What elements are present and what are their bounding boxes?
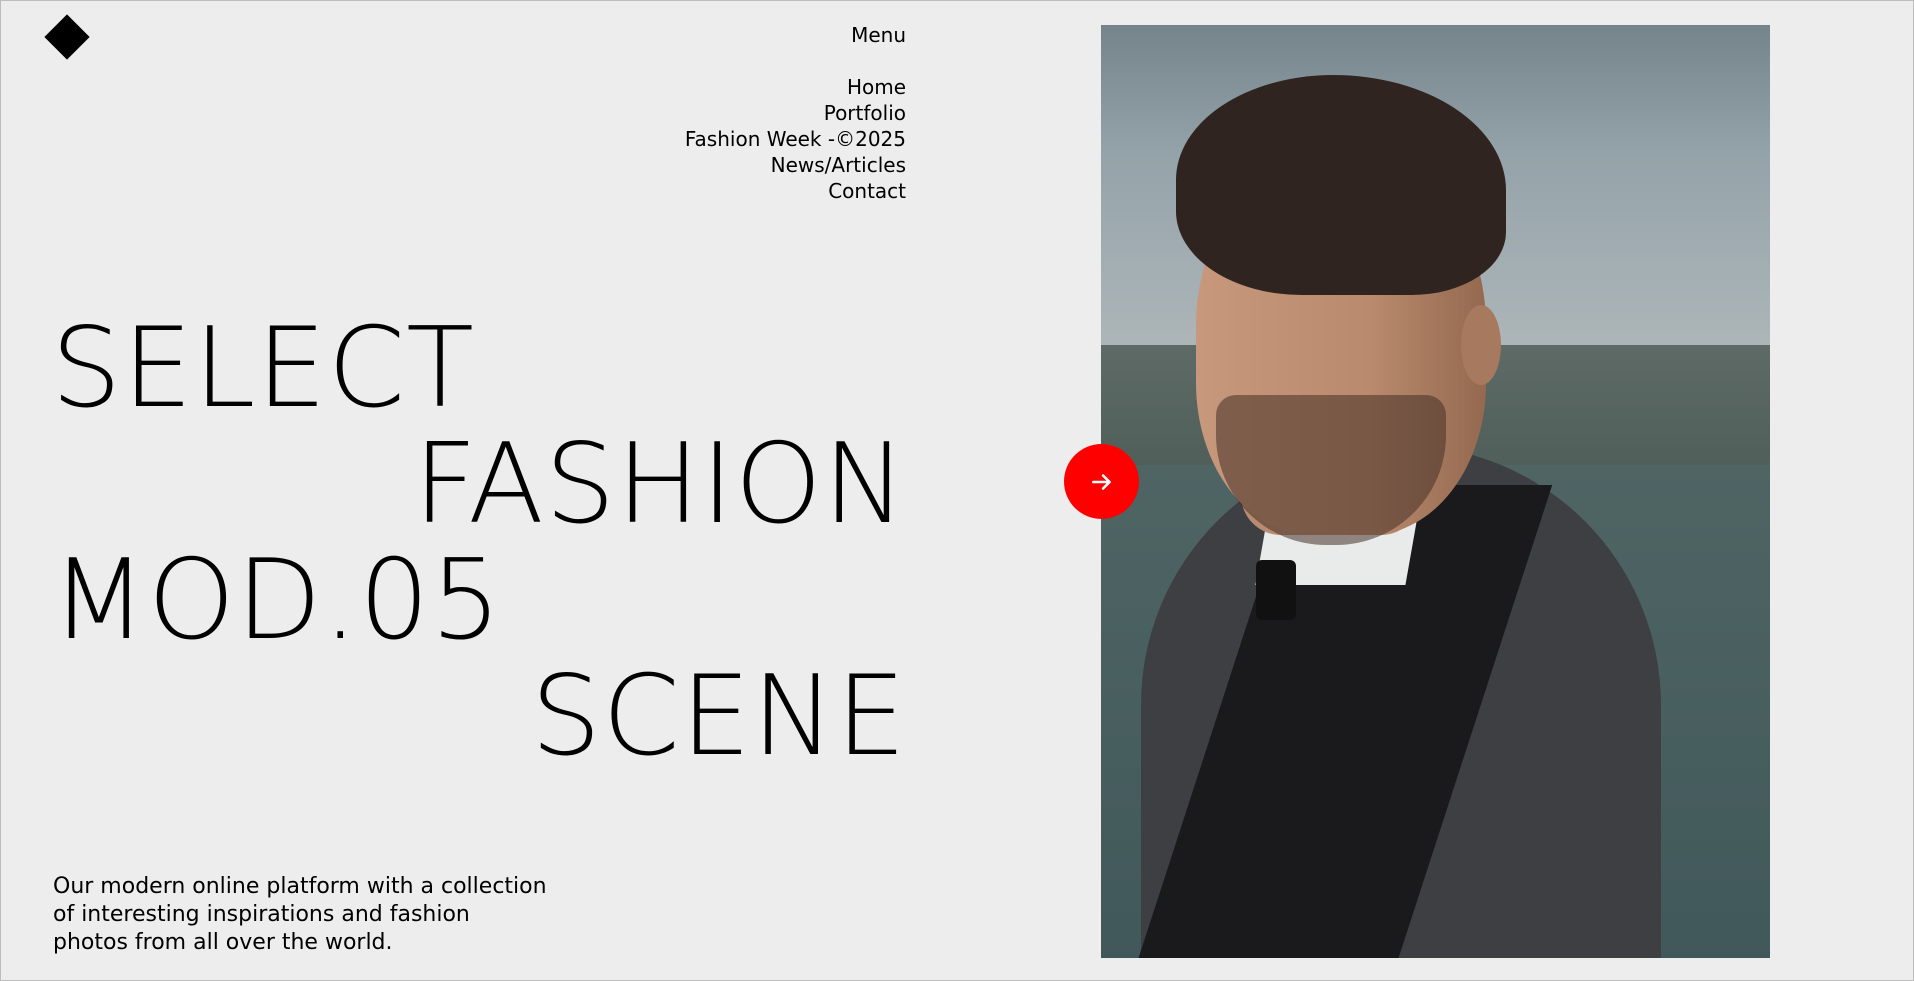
tagline: Our modern online platform with a collec… bbox=[53, 873, 613, 957]
headline-line-scene: SCENE bbox=[530, 652, 907, 781]
nav-item-home[interactable]: Home bbox=[685, 74, 906, 100]
photo-ear bbox=[1461, 305, 1501, 385]
menu-toggle[interactable]: Menu bbox=[851, 23, 906, 47]
photo-bow-tie bbox=[1256, 560, 1296, 620]
nav-item-news-articles[interactable]: News/Articles bbox=[685, 152, 906, 178]
main-nav: Home Portfolio Fashion Week -©2025 News/… bbox=[685, 74, 906, 204]
nav-item-fashion-week[interactable]: Fashion Week -©2025 bbox=[685, 126, 906, 152]
arrow-right-icon bbox=[1091, 473, 1111, 490]
tagline-line: of interesting inspirations and fashion bbox=[53, 902, 470, 927]
diamond-logo-icon[interactable] bbox=[44, 14, 90, 60]
tagline-line: Our modern online platform with a collec… bbox=[53, 874, 547, 899]
headline-line-fashion: FASHION bbox=[413, 420, 907, 549]
page-frame: Menu Home Portfolio Fashion Week -©2025 … bbox=[0, 0, 1914, 981]
tagline-line: photos from all over the world. bbox=[53, 930, 393, 955]
next-slide-button[interactable] bbox=[1064, 444, 1139, 519]
hero-photo bbox=[1101, 25, 1770, 958]
nav-item-portfolio[interactable]: Portfolio bbox=[685, 100, 906, 126]
headline-line-mod05: MOD.05 bbox=[51, 536, 503, 665]
nav-item-contact[interactable]: Contact bbox=[685, 178, 906, 204]
headline-line-select: SELECT bbox=[51, 304, 475, 433]
